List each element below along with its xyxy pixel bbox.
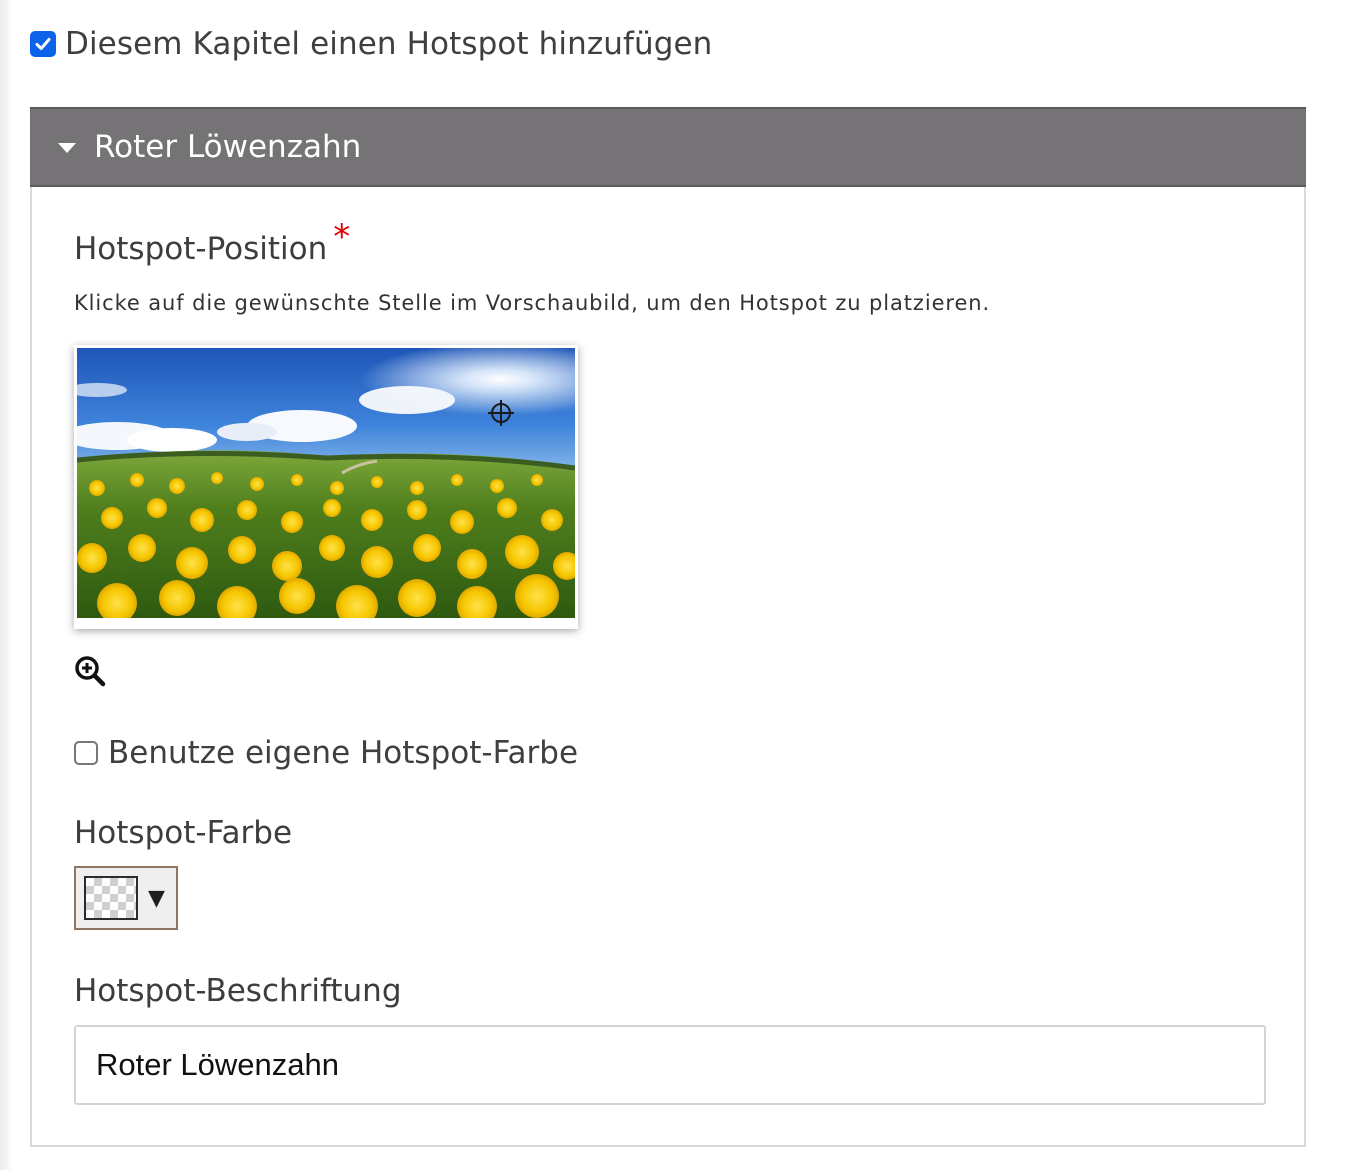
hotspot-caption-label: Hotspot-Beschriftung [74, 973, 402, 1009]
required-marker: * [333, 217, 351, 257]
custom-color-checkbox[interactable] [74, 741, 98, 765]
left-gutter [0, 0, 12, 1170]
add-hotspot-label[interactable]: Diesem Kapitel einen Hotspot hinzufügen [65, 26, 712, 62]
hotspot-caption-input[interactable] [74, 1025, 1266, 1105]
hotspot-position-help: Klicke auf die gewünschte Stelle im Vors… [74, 291, 991, 315]
custom-color-label[interactable]: Benutze eigene Hotspot-Farbe [108, 735, 578, 771]
zoom-in-icon[interactable] [74, 655, 106, 687]
color-swatch[interactable] [84, 876, 138, 920]
preview-image[interactable] [74, 345, 578, 629]
hotspot-panel: Roter Löwenzahn Hotspot-Position * Klicke… [30, 107, 1306, 1147]
dropdown-arrow-icon[interactable]: ▼ [148, 886, 165, 911]
add-hotspot-row[interactable]: Diesem Kapitel einen Hotspot hinzufügen [30, 26, 712, 62]
panel-title[interactable]: Roter Löwenzahn [94, 129, 361, 165]
panel-header[interactable]: Roter Löwenzahn [30, 107, 1306, 187]
caret-down-icon[interactable] [58, 143, 76, 153]
hotspot-position-label-text: Hotspot-Position [74, 231, 328, 267]
custom-color-row[interactable]: Benutze eigene Hotspot-Farbe [74, 735, 578, 771]
hotspot-position-label: Hotspot-Position * [74, 217, 350, 267]
checkmark-icon [35, 38, 51, 50]
hotspot-color-picker[interactable]: ▼ [74, 866, 178, 930]
hotspot-color-label: Hotspot-Farbe [74, 815, 293, 851]
add-hotspot-checkbox[interactable] [30, 31, 56, 57]
dandelion-meadow-image[interactable] [77, 348, 575, 618]
